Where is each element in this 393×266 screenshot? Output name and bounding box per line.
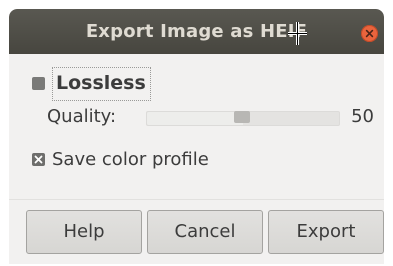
cancel-button[interactable]: Cancel bbox=[147, 210, 263, 254]
quality-slider-fill bbox=[147, 112, 243, 125]
quality-label: Quality: bbox=[47, 106, 117, 127]
x-check-icon bbox=[34, 155, 43, 164]
separator bbox=[9, 199, 384, 200]
lossless-checkbox[interactable] bbox=[32, 77, 45, 90]
export-heif-dialog: Export Image as HEIF Lossless Quality: 5… bbox=[9, 9, 384, 264]
title-bar[interactable]: Export Image as HEIF bbox=[9, 9, 384, 54]
quality-value[interactable]: 50 bbox=[342, 104, 374, 130]
close-button[interactable] bbox=[361, 25, 378, 42]
save-color-profile-label[interactable]: Save color profile bbox=[52, 146, 209, 174]
help-button[interactable]: Help bbox=[26, 210, 142, 254]
crosshair-cursor-icon bbox=[288, 22, 307, 45]
close-icon bbox=[365, 29, 374, 38]
export-button[interactable]: Export bbox=[268, 210, 384, 254]
window-title: Export Image as HEIF bbox=[85, 21, 308, 42]
save-color-profile-checkbox[interactable] bbox=[32, 153, 45, 166]
quality-slider-thumb[interactable] bbox=[234, 111, 250, 123]
lossless-label[interactable]: Lossless bbox=[52, 67, 151, 101]
